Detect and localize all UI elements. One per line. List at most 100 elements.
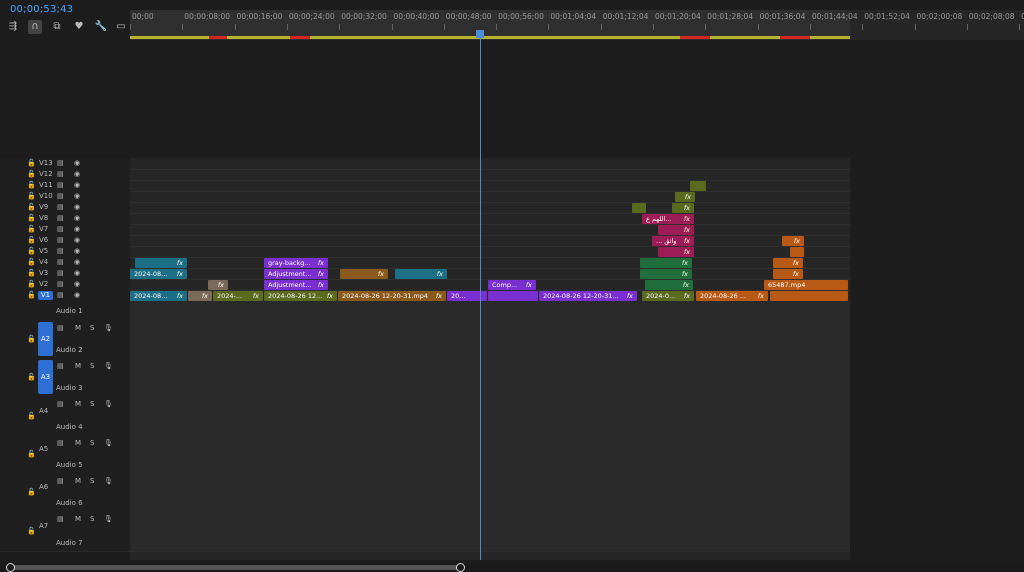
eye-icon[interactable]: ◉ — [74, 247, 80, 255]
toggle-sync-icon[interactable]: ▤ — [57, 170, 64, 178]
solo-button[interactable]: S — [90, 515, 94, 523]
mic-icon[interactable]: 🎙 — [104, 477, 113, 485]
audio-track-lane[interactable] — [130, 473, 850, 512]
toggle-sync-icon[interactable]: ▤ — [57, 362, 64, 370]
lock-icon[interactable]: 🔓 — [27, 225, 36, 233]
toggle-sync-icon[interactable]: ▤ — [57, 247, 64, 255]
scroll-zoom-handle-left[interactable] — [6, 563, 15, 572]
eye-icon[interactable]: ◉ — [74, 181, 80, 189]
scrollbar-thumb[interactable] — [10, 565, 462, 570]
ruler-tick-label: 00;01;44;04 — [811, 12, 858, 21]
solo-button[interactable]: S — [90, 400, 94, 408]
toggle-sync-icon[interactable]: ▤ — [57, 400, 64, 408]
lock-icon[interactable]: 🔓 — [27, 450, 36, 458]
lock-icon[interactable]: 🔓 — [27, 236, 36, 244]
toggle-sync-icon[interactable]: ▤ — [57, 291, 64, 299]
audio-track-header[interactable]: 🔓 A2 ▤ M S 🎙 Audio 2 — [0, 320, 130, 359]
toggle-sync-icon[interactable]: ▤ — [57, 181, 64, 189]
lock-icon[interactable]: 🔓 — [27, 258, 36, 266]
lock-icon[interactable]: 🔓 — [27, 280, 36, 288]
mute-button[interactable]: M — [75, 439, 81, 447]
lock-icon[interactable]: 🔓 — [27, 203, 36, 211]
eye-icon[interactable]: ◉ — [74, 236, 80, 244]
eye-icon[interactable]: ◉ — [74, 203, 80, 211]
audio-track-header[interactable]: 🔓 A7 ▤ M S 🎙 Audio 7 — [0, 511, 130, 552]
audio-track-lane[interactable] — [130, 511, 850, 552]
add-marker-icon[interactable]: ♥ — [72, 20, 86, 34]
toggle-sync-icon[interactable]: ▤ — [57, 269, 64, 277]
playhead-line[interactable] — [480, 30, 481, 560]
toggle-sync-icon[interactable]: ▤ — [57, 515, 64, 523]
audio-track-header[interactable]: 🔓 A6 ▤ M S 🎙 Audio 6 — [0, 473, 130, 512]
audio-track-lane[interactable] — [130, 358, 850, 397]
lock-icon[interactable]: 🔓 — [27, 181, 36, 189]
toggle-sync-icon[interactable]: ▤ — [57, 477, 64, 485]
toggle-sync-icon[interactable]: ▤ — [57, 159, 64, 167]
audio-track-header[interactable]: 🔓 A4 ▤ M S 🎙 Audio 4 — [0, 396, 130, 436]
linked-selection-icon[interactable]: ⧉ — [50, 20, 64, 34]
track-target-badge[interactable]: V1 — [38, 291, 53, 300]
audio-track-lane[interactable] — [130, 435, 850, 474]
eye-icon[interactable]: ◉ — [74, 192, 80, 200]
lock-icon[interactable]: 🔓 — [27, 527, 36, 535]
lock-icon[interactable]: 🔓 — [27, 192, 36, 200]
lock-icon[interactable]: 🔓 — [27, 247, 36, 255]
eye-icon[interactable]: ◉ — [74, 258, 80, 266]
mute-button[interactable]: M — [75, 362, 81, 370]
ripple-insert-icon[interactable]: ⇶ — [6, 20, 20, 34]
scroll-zoom-handle-right[interactable] — [456, 563, 465, 572]
mute-button[interactable]: M — [75, 400, 81, 408]
track-target-badge[interactable]: A2 — [38, 322, 53, 356]
mic-icon[interactable]: 🎙 — [104, 362, 113, 370]
lock-icon[interactable]: 🔓 — [27, 488, 36, 496]
playhead-timecode[interactable]: 00;00;53;43 — [10, 4, 73, 15]
eye-icon[interactable]: ◉ — [74, 225, 80, 233]
eye-icon[interactable]: ◉ — [74, 170, 80, 178]
mic-icon[interactable]: 🎙 — [104, 439, 113, 447]
toggle-sync-icon[interactable]: ▤ — [57, 258, 64, 266]
wrench-settings-icon[interactable]: 🔧 — [94, 20, 108, 34]
mic-icon[interactable]: 🎙 — [104, 515, 113, 523]
audio-track-header[interactable]: 🔓 A5 ▤ M S 🎙 Audio 5 — [0, 435, 130, 474]
toggle-sync-icon[interactable]: ▤ — [57, 324, 64, 332]
audio-track-header[interactable]: 🔓 A3 ▤ M S 🎙 Audio 3 — [0, 358, 130, 397]
snap-magnet-icon[interactable]: ∩ — [28, 20, 42, 34]
lock-icon[interactable]: 🔓 — [27, 291, 36, 299]
track-target-badge[interactable]: A3 — [38, 360, 53, 394]
mute-button[interactable]: M — [75, 324, 81, 332]
toggle-sync-icon[interactable]: ▤ — [57, 236, 64, 244]
toggle-sync-icon[interactable]: ▤ — [57, 225, 64, 233]
audio-track-header[interactable]: Audio 1 — [0, 301, 130, 321]
mic-icon[interactable]: 🎙 — [104, 324, 113, 332]
mic-icon[interactable]: 🎙 — [104, 400, 113, 408]
solo-button[interactable]: S — [90, 324, 94, 332]
toggle-sync-icon[interactable]: ▤ — [57, 280, 64, 288]
audio-track-lane[interactable] — [130, 396, 850, 436]
eye-icon[interactable]: ◉ — [74, 159, 80, 167]
lock-icon[interactable]: 🔓 — [27, 373, 36, 381]
toggle-sync-icon[interactable]: ▤ — [57, 214, 64, 222]
lock-icon[interactable]: 🔓 — [27, 170, 36, 178]
lock-icon[interactable]: 🔓 — [27, 269, 36, 277]
captions-icon[interactable]: ▭ — [114, 20, 128, 34]
eye-icon[interactable]: ◉ — [74, 269, 80, 277]
mute-button[interactable]: M — [75, 477, 81, 485]
eye-icon[interactable]: ◉ — [74, 214, 80, 222]
playhead-handle[interactable] — [476, 30, 484, 38]
audio-track-lane[interactable] — [130, 320, 850, 359]
eye-icon[interactable]: ◉ — [74, 291, 80, 299]
toggle-sync-icon[interactable]: ▤ — [57, 439, 64, 447]
audio-track-lane[interactable] — [130, 301, 850, 321]
mute-button[interactable]: M — [75, 515, 81, 523]
lock-icon[interactable]: 🔓 — [27, 159, 36, 167]
lock-icon[interactable]: 🔓 — [27, 335, 36, 343]
solo-button[interactable]: S — [90, 477, 94, 485]
audio-track-name: Audio 1 — [56, 307, 83, 315]
solo-button[interactable]: S — [90, 439, 94, 447]
eye-icon[interactable]: ◉ — [74, 280, 80, 288]
lock-icon[interactable]: 🔓 — [27, 214, 36, 222]
toggle-sync-icon[interactable]: ▤ — [57, 192, 64, 200]
solo-button[interactable]: S — [90, 362, 94, 370]
toggle-sync-icon[interactable]: ▤ — [57, 203, 64, 211]
lock-icon[interactable]: 🔓 — [27, 412, 36, 420]
